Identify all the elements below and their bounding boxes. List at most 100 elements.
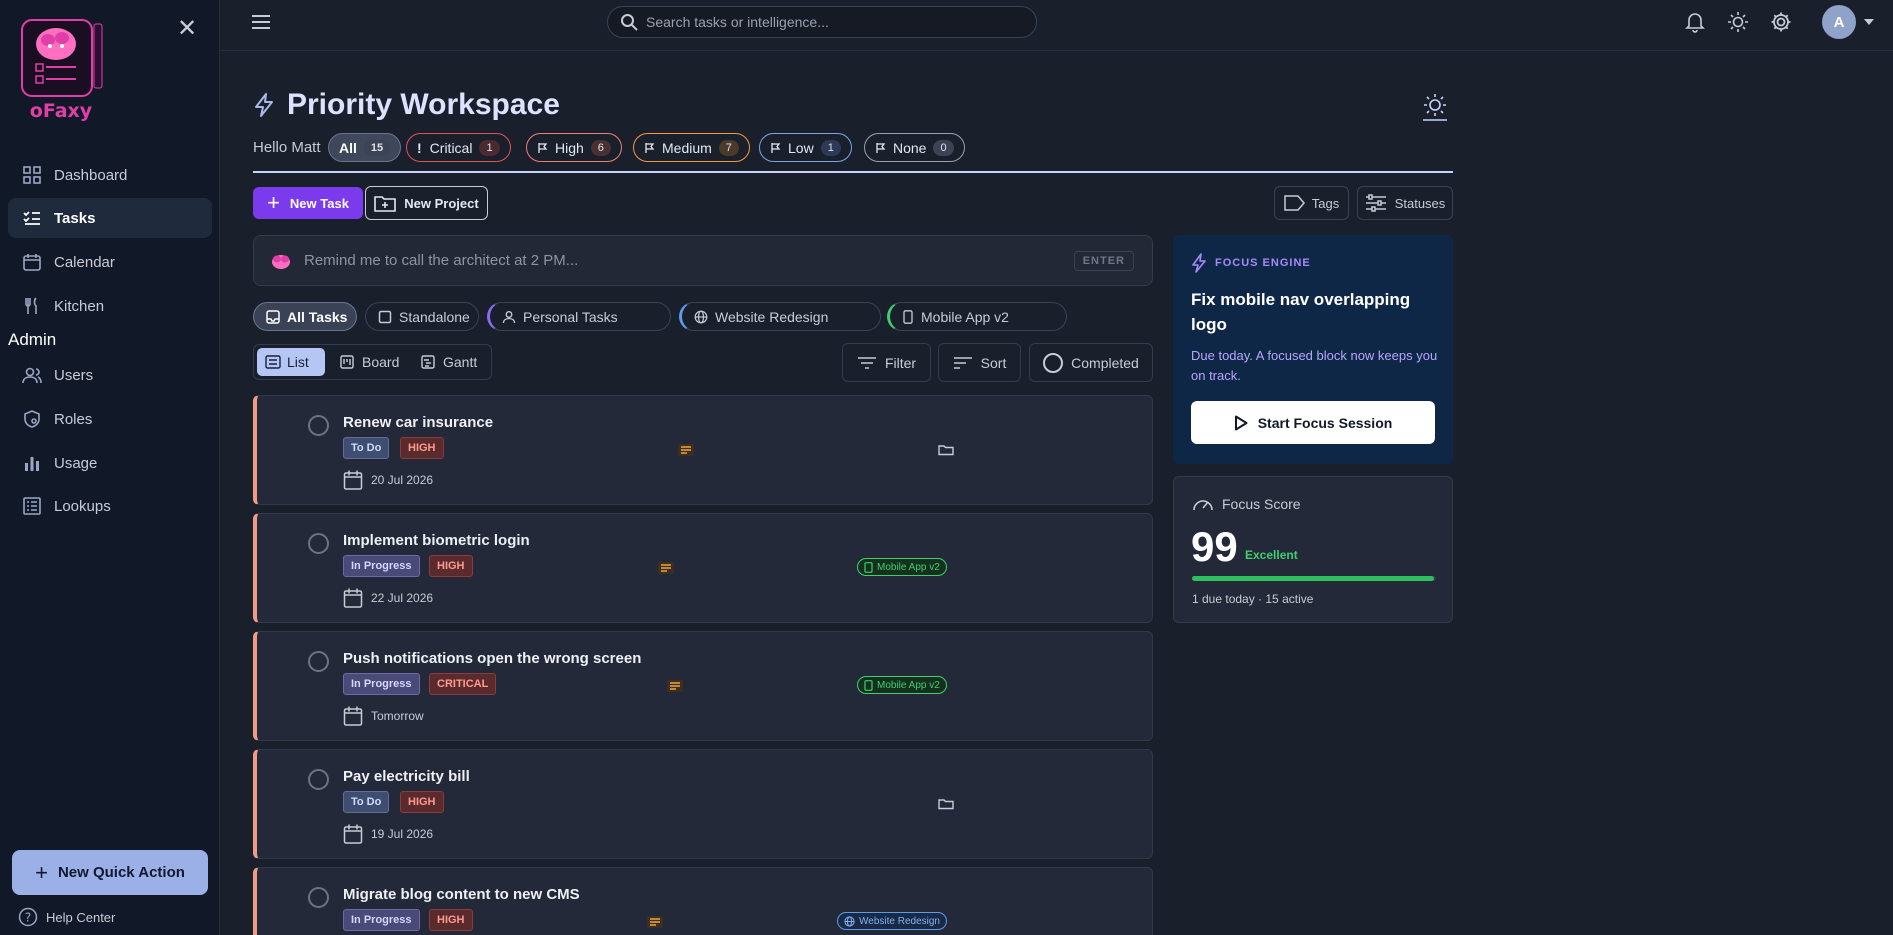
task-card[interactable]: Pay electricity bill To Do HIGH 19 Jul 2…: [253, 749, 1153, 859]
help-center-link[interactable]: ? Help Center: [18, 907, 115, 927]
completed-toggle[interactable]: Completed: [1029, 343, 1153, 382]
project-tag[interactable]: Mobile App v2: [857, 558, 947, 576]
calendar-icon: [343, 706, 363, 726]
task-title: Push notifications open the wrong screen: [343, 650, 642, 667]
app-logo[interactable]: oFaxy: [18, 16, 104, 124]
flag-icon: [538, 142, 548, 153]
complete-checkbox[interactable]: [308, 651, 329, 672]
filter-chip-low[interactable]: Low 1: [759, 133, 852, 162]
sidebar-item-users[interactable]: Users: [8, 355, 212, 395]
sidebar-item-lookups[interactable]: Lookups: [8, 486, 212, 526]
search-input[interactable]: [646, 14, 1026, 30]
due-date-text: 20 Jul 2026: [371, 473, 434, 487]
filter-icon: [857, 356, 876, 369]
sort-button[interactable]: Sort: [938, 343, 1021, 382]
complete-checkbox[interactable]: [308, 533, 329, 554]
project-tag-label: Website Redesign: [859, 915, 940, 927]
sidebar-item-label: Users: [54, 366, 94, 384]
focus-score-label: Focus Score: [1222, 496, 1301, 512]
folder-icon: [938, 799, 954, 810]
menu-icon[interactable]: [250, 12, 272, 32]
new-task-button[interactable]: + New Task: [253, 187, 363, 219]
focus-engine-header: FOCUS ENGINE: [1191, 253, 1311, 273]
statuses-button[interactable]: Statuses: [1357, 186, 1453, 220]
chip-count: 1: [820, 139, 841, 156]
button-label: Sort: [980, 354, 1007, 371]
new-quick-action-button[interactable]: + New Quick Action: [12, 850, 208, 895]
project-tag[interactable]: Website Redesign: [837, 912, 947, 930]
task-card[interactable]: Renew car insurance To Do HIGH 20 Jul 20…: [253, 395, 1153, 505]
task-card[interactable]: Implement biometric login In Progress HI…: [253, 513, 1153, 623]
chip-label: High: [555, 139, 584, 156]
close-sidebar-button[interactable]: ✕: [176, 17, 198, 41]
button-label: Start Focus Session: [1257, 414, 1393, 431]
quick-add-bar[interactable]: ENTER: [253, 235, 1153, 286]
sidebar-item-roles[interactable]: Roles: [8, 399, 212, 439]
due-date: Tomorrow: [343, 705, 424, 727]
help-circle-icon: ?: [18, 907, 38, 927]
play-icon: [1234, 415, 1248, 430]
start-focus-session-button[interactable]: Start Focus Session: [1191, 401, 1435, 444]
inbox-icon: [266, 309, 280, 324]
focus-score-value: 99: [1191, 523, 1238, 570]
filter-chip-all[interactable]: All 15: [328, 133, 402, 162]
sidebar-item-usage[interactable]: Usage: [8, 443, 212, 483]
view-board-button[interactable]: Board: [332, 348, 407, 376]
search-bar[interactable]: [607, 6, 1037, 38]
calendar-icon: [343, 824, 363, 844]
filter-chip-none[interactable]: None 0: [864, 133, 965, 162]
due-date: 19 Jul 2026: [343, 823, 433, 845]
task-card[interactable]: Push notifications open the wrong screen…: [253, 631, 1153, 741]
lightning-icon: [255, 93, 273, 117]
tags-button[interactable]: Tags: [1274, 186, 1349, 220]
sun-icon[interactable]: [1727, 11, 1749, 33]
sidebar-item-tasks[interactable]: Tasks: [8, 198, 212, 238]
tab-label: Mobile App v2: [921, 308, 1009, 325]
gear-icon[interactable]: [1770, 11, 1792, 33]
folder-plus-icon: [374, 196, 397, 212]
brain-logo-icon: [21, 19, 103, 97]
chevron-down-icon[interactable]: [1863, 16, 1875, 28]
view-gantt-button[interactable]: Gantt: [413, 348, 485, 376]
sidebar-item-kitchen[interactable]: Kitchen: [8, 286, 212, 326]
complete-checkbox[interactable]: [308, 415, 329, 436]
quick-add-input[interactable]: [304, 252, 1074, 269]
list-icon: [23, 497, 41, 515]
greeting: Hello Matt: [253, 139, 321, 156]
app-name: oFaxy: [29, 100, 93, 122]
gauge-icon: [1193, 500, 1213, 511]
chip-label: All: [339, 139, 357, 156]
complete-checkbox[interactable]: [308, 769, 329, 790]
tab-label: Personal Tasks: [523, 308, 618, 325]
filter-chip-medium[interactable]: Medium 7: [633, 133, 750, 162]
tab-standalone[interactable]: Standalone: [365, 302, 479, 331]
filter-button[interactable]: Filter: [842, 343, 931, 382]
view-label: Gantt: [443, 354, 478, 370]
bell-icon[interactable]: [1685, 11, 1705, 33]
grid-icon: [23, 166, 41, 184]
button-label: New Project: [404, 195, 479, 211]
theme-toggle-icon[interactable]: [1420, 92, 1450, 122]
status-badge: In Progress: [343, 555, 420, 577]
page-header: Priority Workspace: [253, 88, 560, 122]
tab-all-tasks[interactable]: All Tasks: [253, 302, 357, 331]
task-card[interactable]: Migrate blog content to new CMS In Progr…: [253, 867, 1153, 935]
tab-website-redesign[interactable]: Website Redesign: [679, 302, 881, 331]
tab-mobile-app-v2[interactable]: Mobile App v2: [887, 302, 1067, 331]
page-title: Priority Workspace: [287, 88, 560, 121]
focus-score-summary: 1 due today · 15 active: [1192, 592, 1314, 606]
filter-chip-high[interactable]: High 6: [526, 133, 622, 162]
button-label: Statuses: [1394, 195, 1446, 211]
filter-chip-critical[interactable]: ! Critical 1: [406, 133, 511, 162]
folder-icon: [938, 445, 954, 456]
view-list-button[interactable]: List: [257, 348, 325, 376]
complete-checkbox[interactable]: [308, 887, 329, 908]
calendar-icon: [23, 254, 41, 271]
tab-personal-tasks[interactable]: Personal Tasks: [487, 302, 671, 331]
sidebar-item-dashboard[interactable]: Dashboard: [8, 155, 212, 195]
project-tag[interactable]: Mobile App v2: [857, 676, 947, 694]
avatar[interactable]: A: [1822, 5, 1856, 39]
status-badge: In Progress: [343, 909, 420, 931]
sidebar-item-calendar[interactable]: Calendar: [8, 242, 212, 282]
new-project-button[interactable]: New Project: [365, 186, 488, 220]
